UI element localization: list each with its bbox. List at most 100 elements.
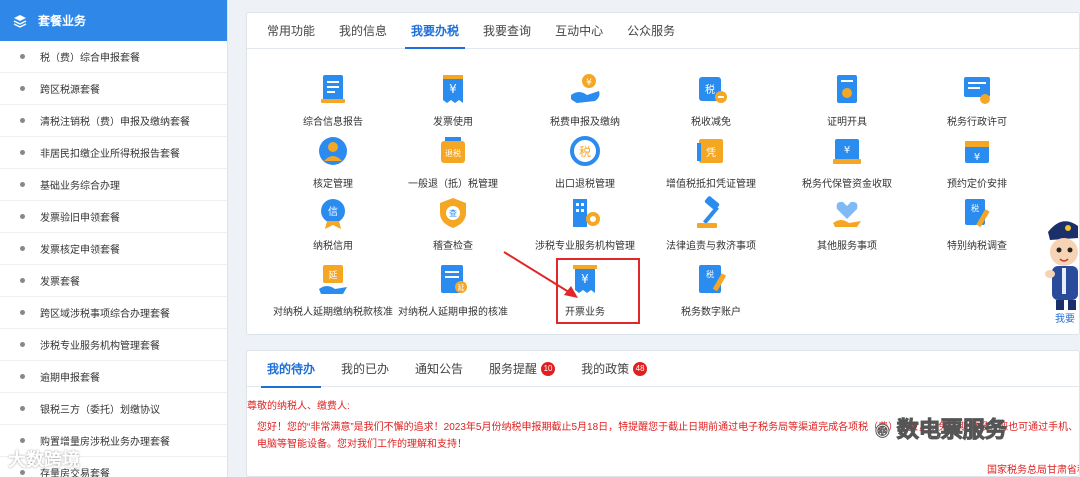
- service-item[interactable]: 证明开具: [777, 71, 917, 131]
- svg-text:查: 查: [449, 208, 457, 218]
- service-label: 综合信息报告: [303, 117, 363, 128]
- tab-tax-handling[interactable]: 我要办税: [401, 13, 469, 49]
- police-mascot-icon[interactable]: [1044, 212, 1080, 312]
- top-tabs: 常用功能 我的信息 我要办税 我要查询 互动中心 公众服务: [247, 13, 1079, 49]
- tab-announcements[interactable]: 通知公告: [405, 351, 473, 387]
- invoice-yen-icon: ¥: [435, 71, 471, 107]
- tab-public-service[interactable]: 公众服务: [617, 13, 685, 48]
- extend-pay-icon: 延: [315, 261, 351, 297]
- sidebar-item-label: 发票核定申领套餐: [40, 245, 120, 256]
- tab-my-done[interactable]: 我的已办: [331, 351, 399, 387]
- service-item[interactable]: 其他服务事项: [777, 195, 917, 255]
- service-label: 发票使用: [433, 117, 473, 128]
- tax-reduce-icon: 税: [693, 71, 729, 107]
- bullet-icon: [20, 54, 25, 59]
- service-label: 税务数字账户: [681, 307, 741, 318]
- bullet-icon: [20, 278, 25, 283]
- sidebar-item[interactable]: 跨区税源套餐: [0, 73, 227, 105]
- service-label: 对纳税人延期缴纳税款核准: [273, 307, 393, 318]
- service-item[interactable]: 核定管理: [263, 133, 403, 193]
- export-refund-icon: 税: [567, 133, 603, 169]
- service-label: 税务行政许可: [947, 117, 1007, 128]
- heart-hand-icon: [829, 195, 865, 231]
- watermark-left: 大数跨境: [8, 450, 80, 470]
- bullet-icon: [20, 182, 25, 187]
- red-arrow-icon: [503, 251, 578, 298]
- svg-text:¥: ¥: [586, 78, 592, 88]
- svg-text:¥: ¥: [449, 82, 457, 96]
- license-icon: [959, 71, 995, 107]
- svg-text:凭: 凭: [706, 146, 716, 159]
- service-label: 一般退（抵）税管理: [408, 179, 498, 190]
- tab-common[interactable]: 常用功能: [257, 13, 325, 48]
- sidebar-item-label: 涉税专业服务机构管理套餐: [40, 341, 160, 352]
- service-item[interactable]: ¥ 税务代保管资金收取: [777, 133, 917, 193]
- tab-interaction[interactable]: 互动中心: [545, 13, 613, 48]
- sidebar-header-label: 套餐业务: [38, 14, 87, 28]
- service-item[interactable]: 法律追责与救济事项: [641, 195, 781, 255]
- service-item[interactable]: 税税收减免: [641, 71, 781, 131]
- reminder-count-badge: 10: [541, 361, 556, 376]
- sidebar-item-label: 银税三方（委托）划缴协议: [40, 405, 160, 416]
- sidebar-item[interactable]: 涉税专业服务机构管理套餐: [0, 329, 227, 361]
- sidebar-item[interactable]: 税（费）综合申报套餐: [0, 41, 227, 73]
- sidebar-item[interactable]: 逾期申报套餐: [0, 361, 227, 393]
- bullet-icon: [20, 150, 25, 155]
- service-item[interactable]: ¥ 预约定价安排: [907, 133, 1047, 193]
- service-label: 证明开具: [827, 117, 867, 128]
- service-item[interactable]: 延对纳税人延期缴纳税款核准: [263, 261, 403, 321]
- service-label: 增值税抵扣凭证管理: [666, 179, 756, 190]
- service-item[interactable]: 退税 一般退（抵）税管理: [383, 133, 523, 193]
- sidebar-item-label: 跨区税源套餐: [40, 85, 100, 96]
- service-label: 纳税信用: [313, 241, 353, 252]
- sidebar-item[interactable]: 银税三方（委托）划缴协议: [0, 393, 227, 425]
- calendar-yen-icon: ¥: [959, 133, 995, 169]
- svg-text:延: 延: [328, 269, 337, 281]
- sidebar-header[interactable]: 套餐业务: [0, 0, 227, 41]
- svg-text:¥: ¥: [974, 152, 980, 163]
- sidebar-item[interactable]: 基础业务综合办理: [0, 169, 227, 201]
- tab-service-reminder[interactable]: 服务提醒 10: [479, 351, 565, 387]
- sidebar-item[interactable]: 发票核定申领套餐: [0, 233, 227, 265]
- sidebar-item-label: 发票套餐: [40, 277, 80, 288]
- svg-text:¥: ¥: [844, 145, 850, 156]
- sidebar-item[interactable]: 非居民扣缴企业所得税报告套餐: [0, 137, 227, 169]
- service-item[interactable]: 综合信息报告: [263, 71, 403, 131]
- sidebar-item[interactable]: 发票验旧申领套餐: [0, 201, 227, 233]
- sidebar-item[interactable]: 发票套餐: [0, 265, 227, 297]
- tab-my-policy[interactable]: 我的政策 48: [571, 351, 657, 387]
- sidebar-item-label: 基础业务综合办理: [40, 181, 120, 192]
- tab-my-todo[interactable]: 我的待办: [257, 351, 325, 388]
- mascot-label[interactable]: 我要: [1055, 310, 1075, 325]
- service-label: 稽查检查: [433, 241, 473, 252]
- service-item[interactable]: 信纳税信用: [263, 195, 403, 255]
- service-item[interactable]: 凭增值税抵扣凭证管理: [641, 133, 781, 193]
- service-item[interactable]: 税务行政许可: [907, 71, 1047, 131]
- notice-greeting: 尊敬的纳税人、缴费人:: [247, 401, 350, 412]
- service-item[interactable]: 查稽查检查: [383, 195, 523, 255]
- service-label: 其他服务事项: [817, 241, 877, 252]
- sidebar-item[interactable]: 清税注销税（费）申报及缴纳套餐: [0, 105, 227, 137]
- digital-account-icon: 税: [693, 261, 729, 297]
- service-label: 对纳税人延期申报的核准: [398, 307, 508, 318]
- watermark-right: ⊛ 数电票服务: [874, 417, 1008, 443]
- service-item[interactable]: ¥ 发票使用: [383, 71, 523, 131]
- bullet-icon: [20, 246, 25, 251]
- service-item[interactable]: ¥ 税费申报及缴纳: [515, 71, 655, 131]
- sidebar-item-label: 跨区域涉税事项综合办理套餐: [40, 309, 170, 320]
- service-label: 出口退税管理: [555, 179, 615, 190]
- service-item[interactable]: 涉税专业服务机构管理: [515, 195, 655, 255]
- sidebar-item[interactable]: 跨区域涉税事项综合办理套餐: [0, 297, 227, 329]
- bullet-icon: [20, 310, 25, 315]
- service-item[interactable]: 税出口退税管理: [515, 133, 655, 193]
- tab-my-info[interactable]: 我的信息: [329, 13, 397, 48]
- svg-text:税: 税: [705, 83, 715, 96]
- sidebar-item-label: 税（费）综合申报套餐: [40, 53, 140, 64]
- tab-query[interactable]: 我要查询: [473, 13, 541, 48]
- svg-text:税: 税: [706, 269, 714, 279]
- service-item[interactable]: 税税务数字账户: [641, 261, 781, 321]
- tax-pen-icon: 税: [959, 195, 995, 231]
- service-item[interactable]: 税特别纳税调查: [907, 195, 1047, 255]
- report-doc-icon: [315, 71, 351, 107]
- notice-signature: 国家税务总局甘肃省税: [987, 465, 1080, 476]
